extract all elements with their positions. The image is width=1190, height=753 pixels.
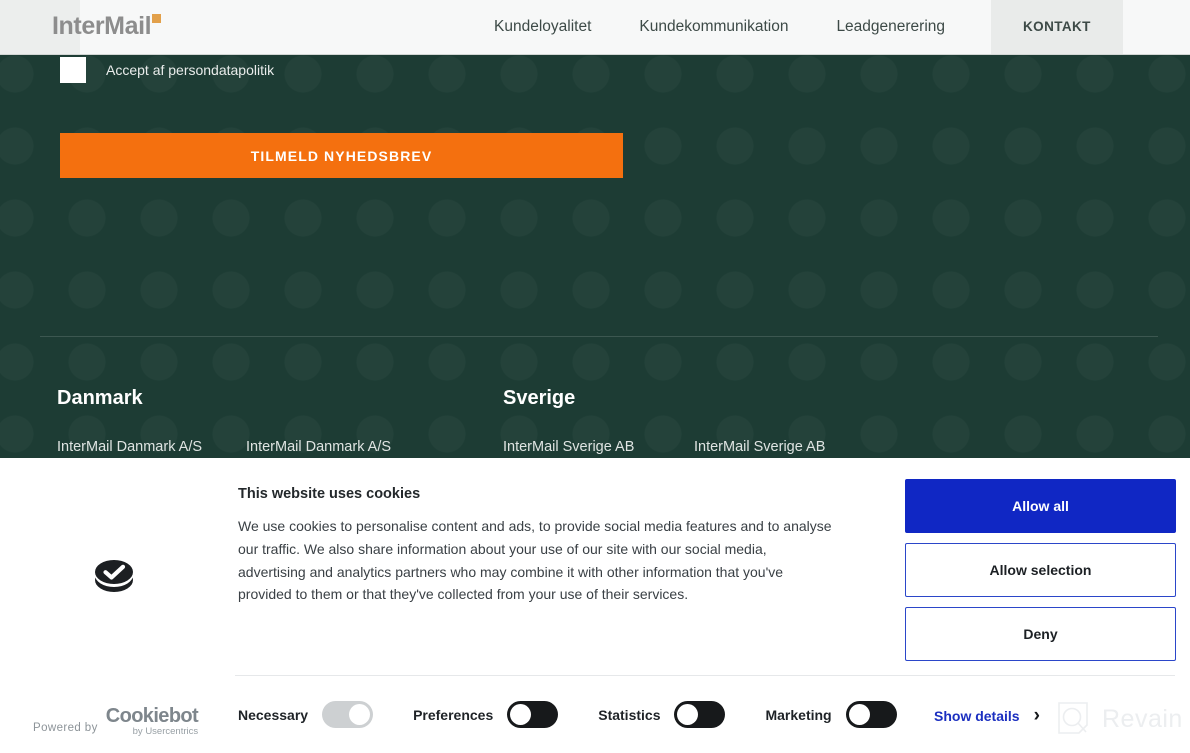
cookie-banner-title: This website uses cookies: [238, 486, 421, 502]
cookie-text-block: This website uses cookies We use cookies…: [238, 486, 838, 606]
cookiebot-name: Cookiebot: [105, 705, 199, 727]
nav-item-leadgenerering[interactable]: Leadgenerering: [812, 0, 969, 54]
toggle-knob: [848, 704, 870, 725]
logo-square-icon: [152, 14, 162, 23]
revain-wordmark: Revain: [1102, 704, 1183, 733]
toggle-marketing[interactable]: [845, 701, 897, 728]
toggle-preferences[interactable]: [507, 701, 559, 728]
show-details-link[interactable]: Show details ›: [934, 706, 1040, 725]
toggle-label-statistics: Statistics: [598, 706, 661, 723]
cookiebot-wordmark: Cookiebot by Usercentrics: [105, 705, 199, 737]
cookiebot-subtitle: by Usercentrics: [132, 726, 199, 737]
header-inner: InterMail Kundeloyalitet Kundekommunikat…: [52, 0, 1190, 54]
persondatapolitik-label: Accept af persondatapolitik: [106, 62, 275, 78]
allow-all-button[interactable]: Allow all: [905, 479, 1176, 533]
consent-group-preferences: Preferences: [413, 701, 559, 728]
nav-item-kundekommunikation[interactable]: Kundekommunikation: [615, 0, 812, 54]
footer-divider: [40, 336, 1158, 337]
cookie-consent-banner: This website uses cookies We use cookies…: [0, 458, 1190, 753]
address-danmark-1: InterMail Danmark A/S: [57, 439, 203, 455]
toggle-statistics[interactable]: [674, 701, 726, 728]
nav-item-kontakt[interactable]: KONTAKT: [991, 0, 1123, 54]
allow-selection-button[interactable]: Allow selection: [905, 543, 1176, 597]
toggle-label-necessary: Necessary: [238, 706, 309, 723]
toggle-knob: [510, 704, 532, 725]
revain-logo-icon: [1058, 702, 1088, 734]
country-heading-sverige: Sverige: [503, 387, 576, 409]
toggle-label-preferences: Preferences: [413, 706, 494, 723]
nav-item-kundeloyalitet[interactable]: Kundeloyalitet: [470, 0, 615, 54]
persondatapolitik-checkbox[interactable]: [60, 57, 86, 83]
cookie-check-icon: [92, 556, 136, 596]
page-root: InterMail Kundeloyalitet Kundekommunikat…: [0, 0, 1190, 753]
toggle-knob: [677, 704, 699, 725]
main-nav: Kundeloyalitet Kundekommunikation Leadge…: [470, 0, 1123, 54]
consent-group-necessary: Necessary: [238, 701, 374, 728]
consent-group-statistics: Statistics: [598, 701, 726, 728]
cookiebot-branding[interactable]: Powered by Cookiebot by Usercentrics: [33, 705, 199, 737]
country-heading-danmark: Danmark: [57, 387, 143, 409]
consent-group-marketing: Marketing: [765, 701, 897, 728]
consent-row: Accept af persondatapolitik: [60, 57, 274, 83]
cookie-banner-description: We use cookies to personalise content an…: [238, 518, 832, 603]
revain-watermark: Revain: [1053, 699, 1183, 739]
powered-by-label: Powered by: [33, 721, 98, 734]
show-details-label: Show details: [934, 707, 1020, 724]
address-sverige-2: InterMail Sverige AB: [694, 439, 826, 455]
footer-dark-section: Accept af persondatapolitik TILMELD NYHE…: [0, 55, 1190, 458]
address-sverige-1: InterMail Sverige AB: [503, 439, 635, 455]
address-danmark-2: InterMail Danmark A/S: [246, 439, 392, 455]
toggle-label-marketing: Marketing: [765, 706, 832, 723]
consent-toggle-row: Necessary Preferences Statistics Marketi…: [238, 701, 937, 728]
site-header: InterMail Kundeloyalitet Kundekommunikat…: [0, 0, 1190, 55]
cookie-action-buttons: Allow all Allow selection Deny: [905, 479, 1176, 661]
newsletter-submit-button[interactable]: TILMELD NYHEDSBREV: [60, 133, 623, 178]
intermail-logo[interactable]: InterMail: [52, 12, 162, 41]
banner-divider: [235, 675, 1175, 676]
chevron-right-icon: ›: [1033, 705, 1040, 726]
logo-text: InterMail: [52, 12, 152, 40]
toggle-necessary[interactable]: [322, 701, 374, 728]
deny-button[interactable]: Deny: [905, 607, 1176, 661]
toggle-knob: [349, 704, 371, 725]
